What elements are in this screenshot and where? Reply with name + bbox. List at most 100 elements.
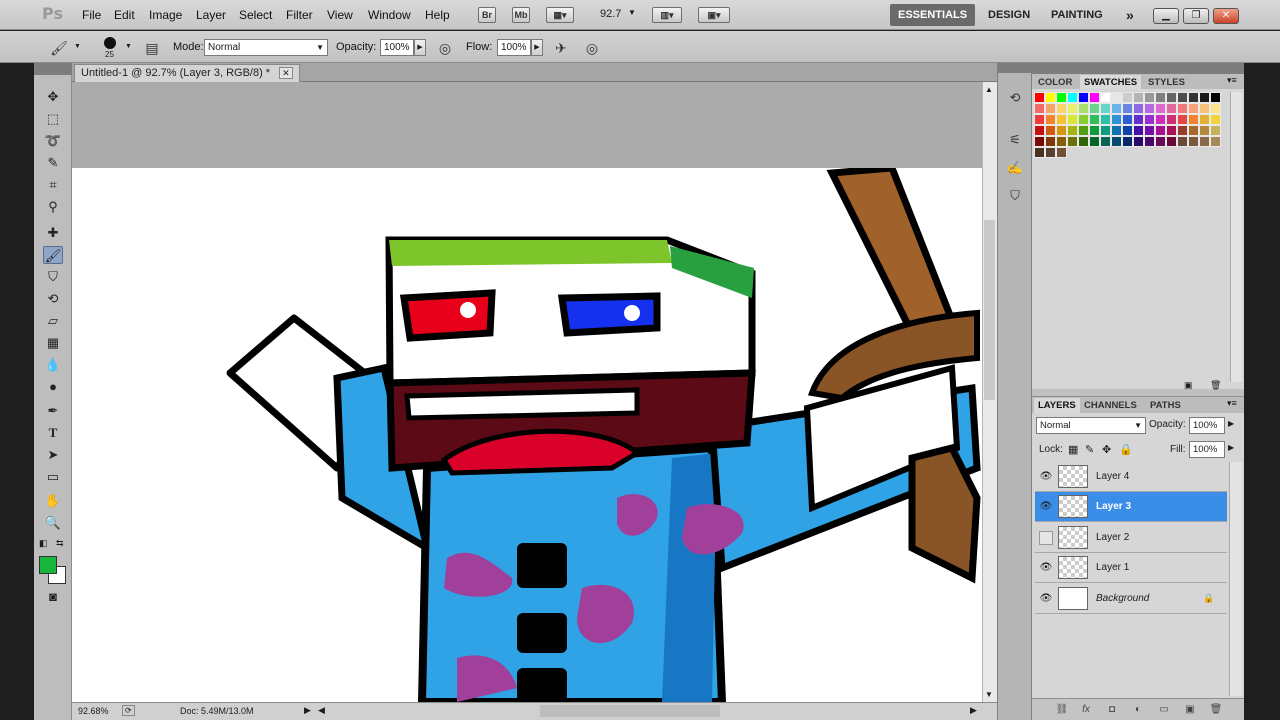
color-swatch[interactable] xyxy=(1199,103,1210,114)
screen-mode-icon[interactable]: ▣▾ xyxy=(698,7,730,23)
color-swatch[interactable] xyxy=(1089,103,1100,114)
color-swatch[interactable] xyxy=(1210,103,1221,114)
zoom-tool-icon[interactable]: 🔍 xyxy=(43,514,63,532)
tablet-size-pressure-icon[interactable]: ◎ xyxy=(583,39,601,57)
move-tool-icon[interactable]: ✥ xyxy=(43,88,63,106)
color-swatch[interactable] xyxy=(1210,136,1221,147)
eyedropper-tool-icon[interactable]: ⚲ xyxy=(43,198,63,216)
layer-opacity-arrow-icon[interactable]: ▶ xyxy=(1228,419,1234,428)
color-swatch[interactable] xyxy=(1100,136,1111,147)
status-zoom[interactable]: 92.68% xyxy=(78,706,109,716)
quick-mask-icon[interactable]: ◙ xyxy=(43,588,63,606)
color-swatch[interactable] xyxy=(1166,103,1177,114)
eye-icon[interactable]: 👁 xyxy=(1039,561,1053,575)
color-swatch[interactable] xyxy=(1155,136,1166,147)
dodge-tool-icon[interactable]: ● xyxy=(43,378,63,396)
color-swatch[interactable] xyxy=(1045,147,1056,158)
color-swatch[interactable] xyxy=(1199,136,1210,147)
spot-healing-tool-icon[interactable]: ✚ xyxy=(43,224,63,242)
restore-icon[interactable]: ❐ xyxy=(1183,8,1209,24)
color-swatch[interactable] xyxy=(1188,103,1199,114)
color-swatch[interactable] xyxy=(1056,114,1067,125)
color-swatch[interactable] xyxy=(1078,92,1089,103)
pen-tool-icon[interactable]: ✒ xyxy=(43,402,63,420)
color-swatch[interactable] xyxy=(1067,136,1078,147)
brush-tip-icon[interactable] xyxy=(104,37,116,49)
color-swatch[interactable] xyxy=(1045,103,1056,114)
color-swatch[interactable] xyxy=(1078,114,1089,125)
zoom-dropdown-icon[interactable]: ▼ xyxy=(628,8,636,17)
color-swatch[interactable] xyxy=(1144,125,1155,136)
brush-tool-icon[interactable]: 🖌 xyxy=(43,246,63,264)
color-swatch[interactable] xyxy=(1155,114,1166,125)
close-document-icon[interactable]: ✕ xyxy=(279,67,293,79)
swap-colors-icon[interactable]: ⇆ xyxy=(56,538,64,549)
tab-swatches[interactable]: SWATCHES xyxy=(1080,75,1142,90)
layer-row[interactable]: 👁 Layer 3 xyxy=(1035,492,1227,522)
color-swatch[interactable] xyxy=(1100,114,1111,125)
color-swatch[interactable] xyxy=(1133,114,1144,125)
color-swatch[interactable] xyxy=(1100,125,1111,136)
new-layer-icon[interactable]: ▣ xyxy=(1182,702,1198,718)
panel-column-header[interactable] xyxy=(1032,63,1244,74)
brush-panel-toggle-icon[interactable]: ▤ xyxy=(143,39,161,57)
marquee-tool-icon[interactable]: ⬚ xyxy=(43,110,63,128)
flow-field[interactable]: 100% xyxy=(497,39,531,56)
eye-icon[interactable]: 👁 xyxy=(1039,592,1053,606)
color-swatch[interactable] xyxy=(1155,125,1166,136)
color-swatch[interactable] xyxy=(1199,125,1210,136)
layer-mask-icon[interactable]: ◘ xyxy=(1104,702,1120,718)
menu-view[interactable]: View xyxy=(327,8,353,22)
rectangle-tool-icon[interactable]: ▭ xyxy=(43,468,63,486)
lock-all-icon[interactable]: 🔒 xyxy=(1119,443,1133,456)
document-tab[interactable]: Untitled-1 @ 92.7% (Layer 3, RGB/8) * ✕ xyxy=(74,64,300,82)
color-swatch[interactable] xyxy=(1133,136,1144,147)
path-selection-tool-icon[interactable]: ➤ xyxy=(43,446,63,464)
color-swatch[interactable] xyxy=(1056,103,1067,114)
artwork-canvas[interactable] xyxy=(72,168,982,702)
color-swatch[interactable] xyxy=(1122,114,1133,125)
menu-window[interactable]: Window xyxy=(368,8,411,22)
eye-icon[interactable]: 👁 xyxy=(1039,531,1053,545)
color-swatch[interactable] xyxy=(1056,125,1067,136)
color-swatch[interactable] xyxy=(1111,125,1122,136)
lock-position-icon[interactable]: ✥ xyxy=(1102,443,1111,456)
color-swatch[interactable] xyxy=(1166,114,1177,125)
color-swatch[interactable] xyxy=(1177,136,1188,147)
color-swatch[interactable] xyxy=(1100,92,1111,103)
vertical-scroll-thumb[interactable] xyxy=(984,220,995,400)
color-swatch[interactable] xyxy=(1133,103,1144,114)
eye-icon[interactable]: 👁 xyxy=(1039,500,1053,514)
flow-slider-arrow-icon[interactable]: ▶ xyxy=(531,39,543,56)
tablet-opacity-pressure-icon[interactable]: ◎ xyxy=(436,39,454,57)
gradient-tool-icon[interactable]: ▦ xyxy=(43,334,63,352)
status-menu-arrow-icon[interactable]: ▶ xyxy=(304,705,311,716)
workspace-design[interactable]: DESIGN xyxy=(980,4,1038,26)
mode-select[interactable]: Normal ▼ xyxy=(204,39,328,56)
workspace-essentials[interactable]: ESSENTIALS xyxy=(890,4,976,26)
color-swatch[interactable] xyxy=(1144,114,1155,125)
color-swatch[interactable] xyxy=(1078,136,1089,147)
new-group-icon[interactable]: ▭ xyxy=(1156,702,1172,718)
type-tool-icon[interactable]: T xyxy=(43,424,63,442)
color-swatch[interactable] xyxy=(1210,92,1221,103)
color-swatch[interactable] xyxy=(1078,103,1089,114)
toolbox-header[interactable] xyxy=(34,63,72,75)
menu-filter[interactable]: Filter xyxy=(286,8,313,22)
menu-image[interactable]: Image xyxy=(149,8,182,22)
brush-presets-panel-icon[interactable]: ⚟ xyxy=(1005,130,1025,150)
layers-scrollbar[interactable] xyxy=(1229,462,1242,696)
color-swatch[interactable] xyxy=(1144,92,1155,103)
minimize-icon[interactable]: ▁ xyxy=(1153,8,1179,24)
airbrush-icon[interactable]: ✈ xyxy=(552,39,570,57)
layer-style-icon[interactable]: fx xyxy=(1078,702,1094,718)
layer-row[interactable]: 👁 Layer 1 xyxy=(1035,553,1227,583)
color-swatch[interactable] xyxy=(1045,125,1056,136)
arrange-documents-icon[interactable]: ▥▾ xyxy=(652,7,682,23)
tab-styles[interactable]: STYLES xyxy=(1144,75,1189,90)
color-swatch[interactable] xyxy=(1111,136,1122,147)
color-swatch[interactable] xyxy=(1210,114,1221,125)
color-swatch[interactable] xyxy=(1067,125,1078,136)
dock-header[interactable] xyxy=(997,63,1032,73)
color-swatch[interactable] xyxy=(1177,114,1188,125)
